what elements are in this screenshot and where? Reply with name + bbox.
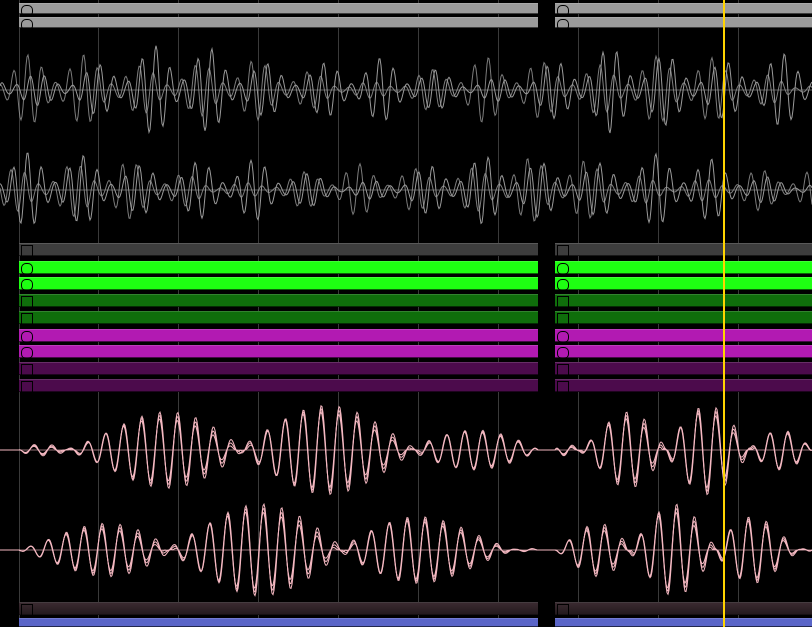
clip-lane-blue-clip-1: [0, 618, 812, 627]
clip-lane-purple-clip-2: [0, 345, 812, 358]
clip-handle-icon: [557, 347, 569, 359]
clip-green-clip-3-1[interactable]: [555, 294, 812, 307]
clip-handle-icon: [557, 279, 569, 291]
clip-gray-clip-1-1[interactable]: [555, 3, 812, 14]
clip-lane-green-clip-2: [0, 277, 812, 290]
clip-handle-icon: [557, 263, 569, 275]
clip-dark-clip-1-0[interactable]: [19, 243, 538, 256]
clip-handle-icon: [21, 296, 33, 308]
clip-lane-purple-clip-1: [0, 329, 812, 342]
clip-gray-clip-2-0[interactable]: [19, 17, 538, 28]
clip-handle-icon: [21, 347, 33, 359]
clip-green-clip-4-0[interactable]: [19, 311, 538, 324]
clip-lane-dark-clip-1: [0, 243, 812, 256]
clip-purple-clip-3-1[interactable]: [555, 362, 812, 375]
clip-lane-green-clip-1: [0, 261, 812, 274]
clip-handle-icon: [21, 245, 33, 257]
clip-lane-purple-clip-3: [0, 362, 812, 375]
clip-purple-clip-1-1[interactable]: [555, 329, 812, 342]
waveform-pink-wave-2[interactable]: [0, 500, 812, 600]
clip-blue-clip-1-0[interactable]: [19, 618, 538, 627]
clip-lane-gray-clip-2: [0, 17, 812, 28]
clip-lane-green-clip-4: [0, 311, 812, 324]
clip-handle-icon: [557, 364, 569, 376]
waveform-gray-wave-1[interactable]: [0, 40, 812, 140]
clip-dark-clip-1-1[interactable]: [555, 243, 812, 256]
clip-green-clip-1-1[interactable]: [555, 261, 812, 274]
clip-pink-clip-1-1[interactable]: [555, 602, 812, 615]
clip-green-clip-2-0[interactable]: [19, 277, 538, 290]
clip-lane-pink-clip-1: [0, 602, 812, 615]
clip-handle-icon: [557, 604, 569, 616]
clip-handle-icon: [557, 245, 569, 257]
clip-handle-icon: [21, 381, 33, 393]
waveform-gray-wave-2[interactable]: [0, 140, 812, 240]
clip-handle-icon: [557, 381, 569, 393]
clip-handle-icon: [21, 604, 33, 616]
clip-handle-icon: [557, 19, 569, 31]
clip-handle-icon: [557, 5, 569, 17]
clip-purple-clip-4-1[interactable]: [555, 379, 812, 392]
clip-handle-icon: [21, 279, 33, 291]
clip-green-clip-1-0[interactable]: [19, 261, 538, 274]
clip-purple-clip-2-1[interactable]: [555, 345, 812, 358]
clip-handle-icon: [21, 313, 33, 325]
clip-handle-icon: [21, 364, 33, 376]
clip-handle-icon: [21, 5, 33, 17]
clip-handle-icon: [557, 331, 569, 343]
clip-handle-icon: [21, 263, 33, 275]
clip-handle-icon: [21, 331, 33, 343]
clip-purple-clip-3-0[interactable]: [19, 362, 538, 375]
clip-gray-clip-1-0[interactable]: [19, 3, 538, 14]
clip-gray-clip-2-1[interactable]: [555, 17, 812, 28]
clip-handle-icon: [21, 19, 33, 31]
clip-green-clip-2-1[interactable]: [555, 277, 812, 290]
clip-pink-clip-1-0[interactable]: [19, 602, 538, 615]
timeline-canvas[interactable]: [0, 0, 812, 627]
waveform-pink-wave-1[interactable]: [0, 400, 812, 500]
clip-lane-gray-clip-1: [0, 3, 812, 14]
clip-lane-purple-clip-4: [0, 379, 812, 392]
clip-blue-clip-1-1[interactable]: [555, 618, 812, 627]
clip-purple-clip-4-0[interactable]: [19, 379, 538, 392]
clip-purple-clip-2-0[interactable]: [19, 345, 538, 358]
clip-green-clip-4-1[interactable]: [555, 311, 812, 324]
clip-lane-green-clip-3: [0, 294, 812, 307]
clip-purple-clip-1-0[interactable]: [19, 329, 538, 342]
clip-handle-icon: [557, 313, 569, 325]
clip-handle-icon: [557, 296, 569, 308]
clip-green-clip-3-0[interactable]: [19, 294, 538, 307]
